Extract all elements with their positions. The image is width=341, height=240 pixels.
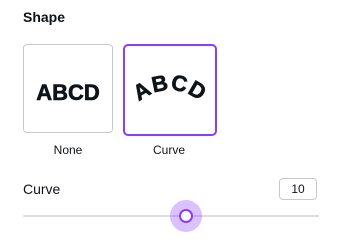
shape-section-title: Shape	[23, 9, 66, 25]
curve-slider[interactable]	[23, 200, 319, 232]
straight-text-preview-icon: ABCD	[36, 80, 100, 106]
slider-thumb[interactable]	[178, 209, 193, 223]
preview-text-curve: ABCD	[128, 69, 210, 106]
shape-option-none[interactable]: ABCD None	[23, 44, 115, 164]
curve-control-label: Curve	[23, 181, 61, 197]
shape-option-curve[interactable]: ABCD Curve	[123, 44, 217, 164]
shape-preview-none[interactable]: ABCD	[23, 44, 113, 133]
svg-text:ABCD: ABCD	[129, 70, 212, 106]
curve-value-input[interactable]	[279, 178, 317, 200]
preview-text-none: ABCD	[36, 80, 100, 105]
shape-option-label-none: None	[53, 143, 83, 157]
shape-preview-curve[interactable]: ABCD	[123, 44, 217, 136]
curved-text-preview-icon: ABCD	[128, 69, 212, 106]
shape-option-label-curve: Curve	[152, 143, 185, 157]
